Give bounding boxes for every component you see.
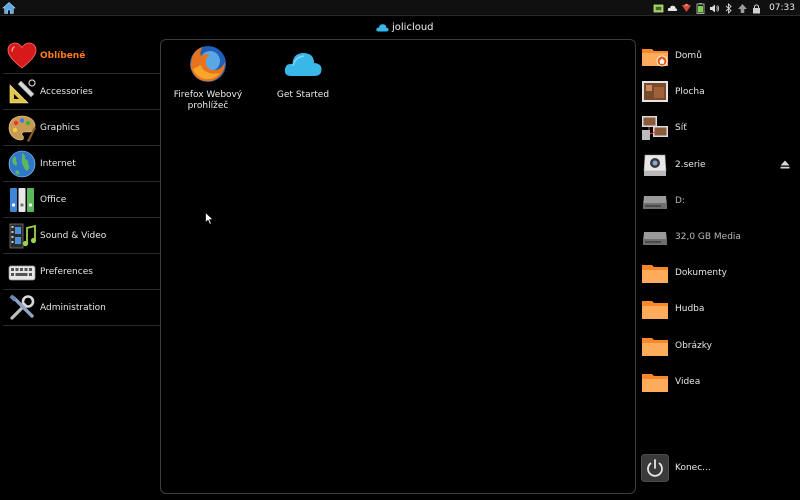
place-label: Plocha [675, 87, 705, 98]
place-media[interactable]: 32,0 GB Media [637, 219, 800, 255]
app-label: Firefox Webový prohlížeč [173, 90, 243, 111]
keyboard-icon [8, 265, 36, 280]
place-pictures[interactable]: Obrázky [637, 328, 800, 364]
drive-icon [643, 195, 667, 209]
battery-icon[interactable] [695, 2, 706, 14]
folder-icon [642, 373, 668, 392]
eject-icon[interactable] [780, 160, 790, 169]
drive-icon [643, 232, 667, 246]
binders-icon [10, 187, 34, 212]
place-label: Obrázky [675, 340, 712, 351]
lock-icon[interactable] [751, 3, 762, 14]
place-desktop[interactable]: Plocha [637, 74, 800, 110]
category-label: Oblíbené [40, 50, 86, 61]
category-list: Oblíbené Accessories Graphics Internet O… [3, 38, 160, 326]
place-home[interactable]: Domů [637, 38, 800, 74]
category-administration[interactable]: Administration [3, 290, 160, 326]
category-label: Preferences [40, 266, 93, 277]
app-get-started[interactable]: Get Started [258, 44, 348, 101]
wifi-icon[interactable] [681, 3, 692, 14]
place-label: 32,0 GB Media [675, 232, 741, 243]
place-2serie[interactable]: 2.serie [637, 147, 800, 183]
category-label: Graphics [40, 122, 80, 133]
folder-icon [642, 301, 668, 320]
volume-icon[interactable] [709, 3, 720, 14]
mouse-cursor-icon [205, 212, 214, 225]
jolicloud-logo-icon [376, 24, 389, 32]
firefox-icon [190, 46, 226, 82]
camera-drive-icon [643, 154, 667, 176]
folder-icon [642, 265, 668, 284]
power-icon [641, 454, 669, 482]
places-list: Domů Plocha Síť 2.serie D: 32,0 GB Media… [637, 38, 800, 400]
place-label: Hudba [675, 304, 705, 315]
application-grid: Firefox Webový prohlížeč Get Started [160, 39, 636, 494]
place-network[interactable]: Síť [637, 110, 800, 146]
system-tray: 07:33 [653, 0, 800, 16]
place-label: Videa [675, 376, 701, 387]
place-videos[interactable]: Videa [637, 364, 800, 400]
folder-icon [642, 337, 668, 356]
place-label: 2.serie [675, 159, 706, 170]
place-label: D: [675, 195, 685, 206]
jolicloud-title: jolicloud [376, 22, 434, 33]
category-label: Administration [40, 302, 106, 313]
category-graphics[interactable]: Graphics [3, 110, 160, 146]
place-label: Síť [675, 123, 687, 134]
category-label: Sound & Video [40, 230, 107, 241]
category-label: Accessories [40, 86, 93, 97]
app-firefox[interactable]: Firefox Webový prohlížeč [163, 44, 253, 112]
quit-button[interactable]: Konec... [641, 454, 711, 482]
category-accessories[interactable]: Accessories [3, 74, 160, 110]
category-preferences[interactable]: Preferences [3, 254, 160, 290]
category-internet[interactable]: Internet [3, 146, 160, 182]
bluetooth-icon[interactable] [723, 2, 734, 14]
palette-icon [8, 115, 36, 142]
network-icon[interactable] [653, 3, 664, 14]
home-folder-icon [642, 49, 668, 67]
category-label: Internet [40, 158, 76, 169]
cloud-icon [284, 53, 322, 76]
network-computers-icon [642, 116, 668, 141]
app-label: Get Started [276, 90, 330, 100]
category-label: Office [40, 194, 67, 205]
cloud-icon[interactable] [667, 3, 678, 14]
update-icon[interactable] [737, 3, 748, 14]
desktop-icon [642, 81, 668, 103]
place-music[interactable]: Hudba [637, 291, 800, 327]
category-office[interactable]: Office [3, 182, 160, 218]
tools-icon [9, 293, 35, 320]
place-label: Domů [675, 51, 702, 62]
brand-label: jolicloud [392, 22, 434, 33]
ruler-icon [9, 78, 36, 103]
quit-label: Konec... [675, 463, 711, 473]
clock[interactable]: 07:33 [769, 3, 795, 13]
category-sound-video[interactable]: Sound & Video [3, 218, 160, 254]
category-favorites[interactable]: Oblíbené [3, 38, 160, 74]
home-icon[interactable] [2, 1, 16, 15]
place-label: Dokumenty [675, 268, 727, 279]
place-documents[interactable]: Dokumenty [637, 255, 800, 291]
place-drive-d[interactable]: D: [637, 183, 800, 219]
top-panel: 07:33 [0, 0, 800, 16]
globe-icon [8, 150, 36, 177]
film-icon [9, 223, 37, 248]
heart-icon [7, 42, 37, 69]
